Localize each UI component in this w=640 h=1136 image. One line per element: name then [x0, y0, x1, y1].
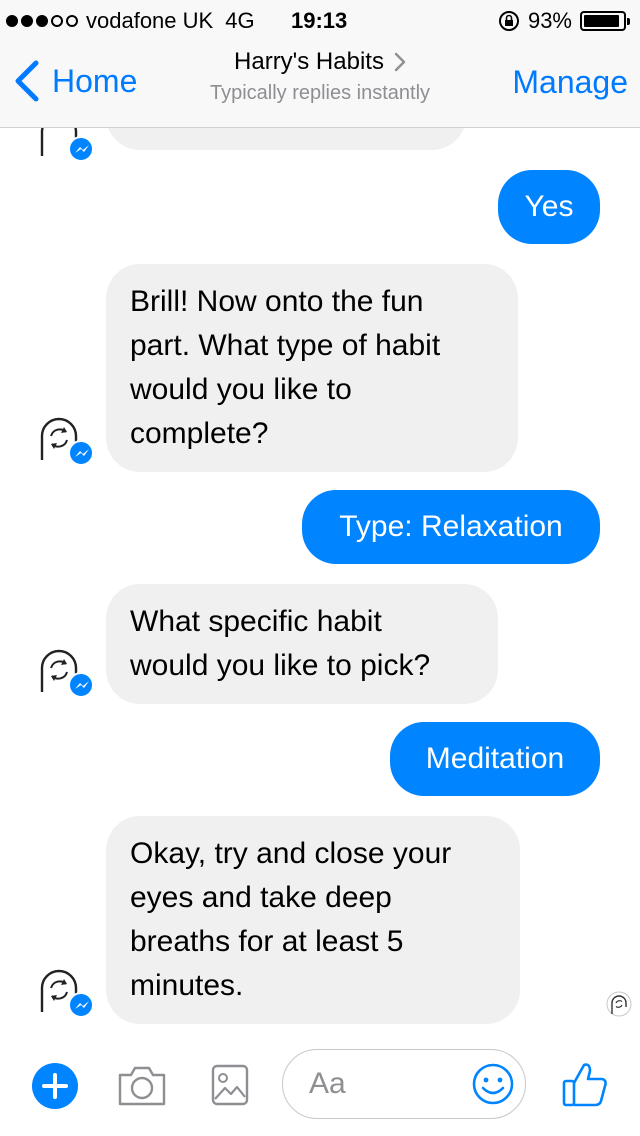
back-button[interactable]: Home: [14, 60, 137, 102]
message-line: would you like to: [130, 373, 352, 406]
back-label: Home: [52, 62, 138, 99]
signal-strength-icon: [6, 15, 78, 27]
chevron-right-icon: [394, 52, 406, 72]
image-button[interactable]: [209, 1061, 251, 1109]
chevron-left-icon: [15, 60, 39, 102]
thumbs-up-icon: [562, 1063, 607, 1107]
plus-button[interactable]: [32, 1063, 78, 1109]
message-text: Meditation: [425, 742, 565, 775]
message-text: Type: Relaxation: [339, 510, 563, 543]
bot-avatar: [34, 414, 94, 472]
conversation-title: Harry's Habits: [234, 48, 384, 75]
status-time: 19:13: [291, 8, 348, 33]
message-list[interactable]: Yes Brill! Now onto the fun part. What t…: [0, 128, 640, 1033]
message-text: Yes: [524, 190, 574, 223]
message-line: complete?: [130, 417, 269, 450]
like-button[interactable]: [560, 1059, 610, 1109]
smiley-icon: [472, 1063, 514, 1105]
bot-message: Okay, try and close your eyes and take d…: [106, 816, 520, 1024]
user-message: Yes: [498, 170, 600, 244]
bot-message: What specific habit would you like to pi…: [106, 584, 498, 704]
message-line: eyes and take deep: [130, 881, 392, 914]
user-message: Meditation: [390, 722, 600, 796]
message-input[interactable]: [309, 1060, 469, 1108]
battery-percent: 93%: [527, 8, 572, 33]
image-icon: [211, 1064, 249, 1106]
message-line: minutes.: [130, 969, 244, 1002]
message-line: Brill! Now onto the fun: [130, 285, 424, 318]
carrier-name: vodafone UK: [86, 8, 214, 33]
composer-bar: [0, 1033, 640, 1136]
bot-message: Brill! Now onto the fun part. What type …: [106, 264, 518, 472]
camera-button[interactable]: [116, 1063, 168, 1109]
message-line: part. What type of habit: [130, 329, 441, 362]
plus-icon: [42, 1073, 68, 1099]
bot-avatar: [34, 128, 94, 168]
conversation-title-row: Harry's Habits: [234, 48, 406, 76]
user-message: Type: Relaxation: [302, 490, 600, 564]
message-line: Okay, try and close your: [130, 837, 452, 870]
conversation-subtitle: Typically replies instantly: [209, 82, 431, 104]
message-input-field[interactable]: [282, 1049, 526, 1119]
messenger-badge-icon: [68, 992, 94, 1018]
message-line: would you like to pick?: [130, 649, 431, 682]
messenger-badge-icon: [68, 672, 94, 698]
camera-icon: [118, 1066, 166, 1106]
nav-bar: Home Harry's Habits Typically replies in…: [0, 40, 640, 128]
status-right: 93%: [498, 8, 630, 34]
read-receipt-icon: [606, 991, 632, 1017]
message-line: breaths for at least 5: [130, 925, 404, 958]
bot-message-partial: [106, 128, 466, 150]
battery-fill: [584, 15, 620, 27]
network-type: 4G: [225, 8, 255, 33]
conversation-header[interactable]: Harry's Habits Typically replies instant…: [170, 48, 470, 105]
status-left: vodafone UK 4G: [6, 8, 255, 34]
bot-avatar: [34, 646, 94, 704]
bot-avatar: [34, 966, 94, 1024]
battery-icon: [580, 11, 630, 31]
orientation-lock-icon: [498, 11, 519, 31]
messenger-badge-icon: [68, 440, 94, 466]
manage-button[interactable]: Manage: [512, 64, 628, 101]
status-bar: vodafone UK 4G 19:13 93%: [0, 0, 640, 40]
messenger-badge-icon: [68, 136, 94, 162]
message-line: What specific habit: [130, 605, 382, 638]
emoji-button[interactable]: [471, 1062, 515, 1106]
